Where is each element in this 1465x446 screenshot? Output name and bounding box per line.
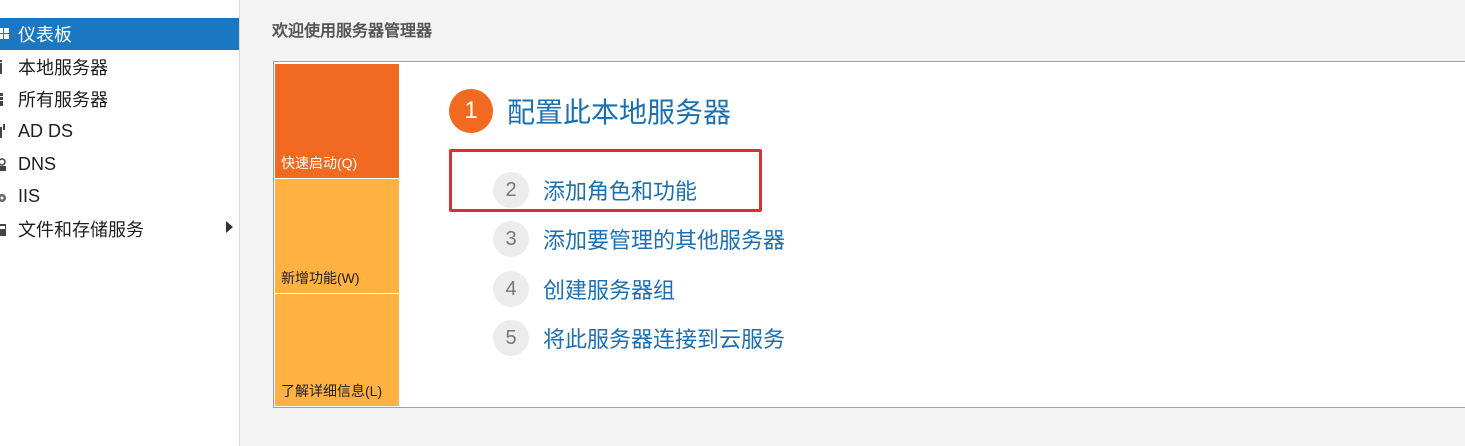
tile-label: 了解详细信息(L) xyxy=(281,383,383,399)
local-server-icon xyxy=(0,59,10,75)
sidebar-item-label: IIS xyxy=(18,185,41,206)
dns-icon xyxy=(0,156,10,172)
tile-whats-new[interactable]: 新增功能(W) xyxy=(275,179,399,293)
welcome-panel: 快速启动(Q) 新增功能(W) 了解详细信息(L) 1 配置此本地服务器 2 添… xyxy=(273,61,1465,408)
page-title: 欢迎使用服务器管理器 xyxy=(272,23,433,40)
sidebar-item-label: AD DS xyxy=(18,120,74,141)
sidebar-item-all-servers[interactable]: 所有服务器 xyxy=(0,83,239,115)
sidebar-item-iis[interactable]: IIS xyxy=(0,180,239,212)
sidebar-item-local-server[interactable]: 本地服务器 xyxy=(0,51,239,83)
ad-ds-icon xyxy=(0,123,10,139)
sidebar-item-ad-ds[interactable]: AD DS xyxy=(0,115,239,147)
step-number-badge: 2 xyxy=(493,172,529,208)
step-number-badge: 1 xyxy=(449,89,493,133)
step-link[interactable]: 配置此本地服务器 xyxy=(507,91,731,131)
step-add-roles-features[interactable]: 2 添加角色和功能 xyxy=(493,172,697,208)
step-number-badge: 4 xyxy=(493,271,529,307)
sidebar-item-label: 仪表板 xyxy=(18,25,72,45)
step-number-badge: 5 xyxy=(493,320,529,356)
sidebar-item-dashboard[interactable]: 仪表板 xyxy=(0,18,239,50)
step-configure-local-server[interactable]: 1 配置此本地服务器 xyxy=(449,89,731,133)
file-storage-icon xyxy=(0,221,10,237)
all-servers-icon xyxy=(0,91,10,107)
step-add-other-servers[interactable]: 3 添加要管理的其他服务器 xyxy=(493,221,785,257)
tile-learn-more[interactable]: 了解详细信息(L) xyxy=(275,294,399,406)
sidebar-item-label: 文件和存储服务 xyxy=(18,220,144,240)
tile-quick-start[interactable]: 快速启动(Q) xyxy=(275,64,399,178)
step-link[interactable]: 创建服务器组 xyxy=(543,273,675,305)
sidebar-item-label: 所有服务器 xyxy=(18,90,108,110)
step-number-badge: 3 xyxy=(493,221,529,257)
step-link[interactable]: 添加角色和功能 xyxy=(543,174,697,206)
chevron-right-icon[interactable] xyxy=(226,221,233,233)
sidebar-item-label: 本地服务器 xyxy=(18,58,108,78)
sidebar-item-label: DNS xyxy=(18,153,57,174)
tile-label: 快速启动(Q) xyxy=(281,155,358,171)
sidebar: 仪表板 本地服务器 所有服务器 AD DS DNS IIS 文件和存储服务 xyxy=(0,0,240,446)
step-create-server-group[interactable]: 4 创建服务器组 xyxy=(493,271,675,307)
iis-icon xyxy=(0,188,10,204)
tile-label: 新增功能(W) xyxy=(281,270,360,286)
sidebar-item-dns[interactable]: DNS xyxy=(0,148,239,180)
step-link[interactable]: 将此服务器连接到云服务 xyxy=(543,322,785,354)
step-connect-cloud[interactable]: 5 将此服务器连接到云服务 xyxy=(493,320,785,356)
sidebar-item-file-storage[interactable]: 文件和存储服务 xyxy=(0,213,239,245)
main-content: 欢迎使用服务器管理器 快速启动(Q) 新增功能(W) 了解详细信息(L) 1 配… xyxy=(241,0,1465,446)
dashboard-icon xyxy=(0,26,10,42)
step-link[interactable]: 添加要管理的其他服务器 xyxy=(543,223,785,255)
